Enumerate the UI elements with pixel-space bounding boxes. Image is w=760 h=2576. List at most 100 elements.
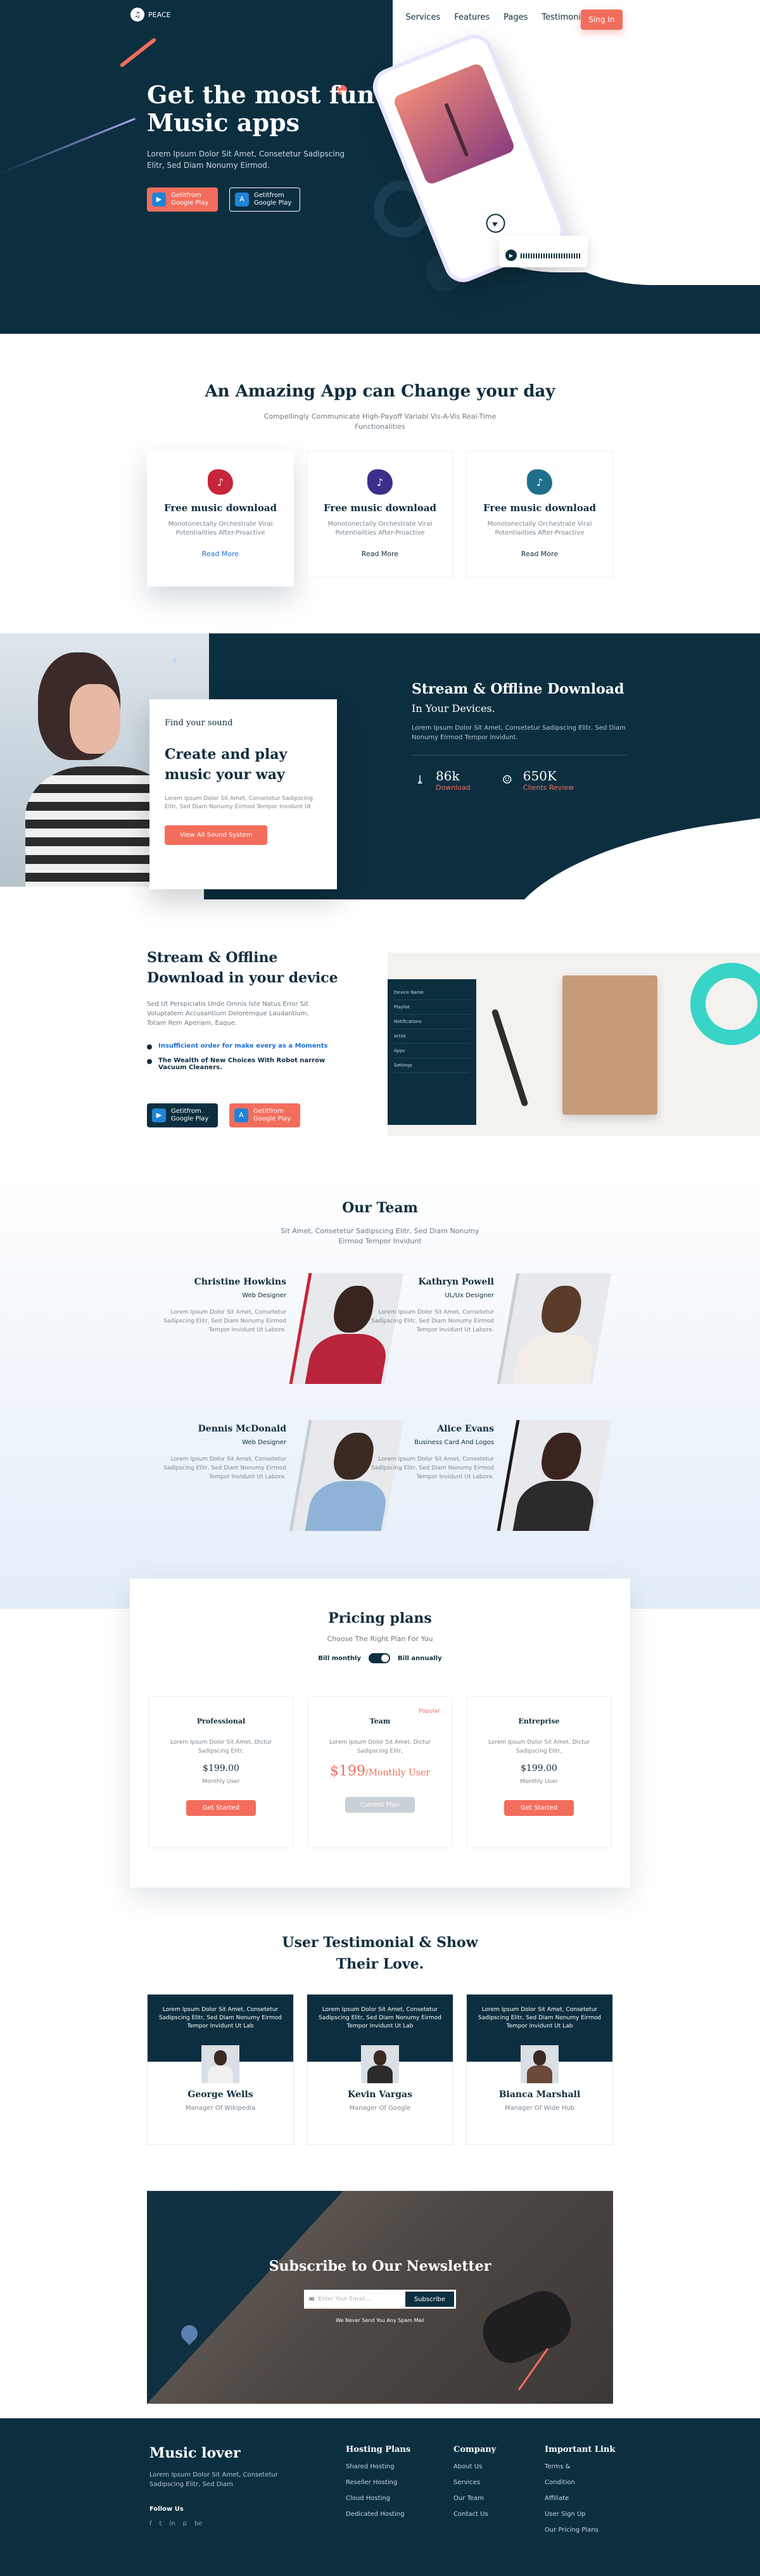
read-more-link[interactable]: Read More	[362, 550, 398, 558]
behance-icon[interactable]: be	[194, 2520, 203, 2527]
member-bio: Lorem Ipsum Dolor Sit Amet, Consetetur S…	[371, 1456, 494, 1480]
team-member-card: Kathryn Powell UL/Ux Designer Lorem Ipsum …	[367, 1273, 640, 1387]
sign-in-button[interactable]: Sing In	[581, 10, 623, 30]
mail-icon: ✉	[309, 2295, 315, 2303]
offline-title-line1: Stream & Offline	[147, 949, 278, 966]
footer-link[interactable]: User Sign Up	[545, 2511, 615, 2518]
footer-link[interactable]: Our Pricing Plans	[545, 2527, 615, 2534]
footer-link[interactable]: Affiliate	[545, 2495, 615, 2502]
logo[interactable]: ♫ PEACE	[130, 8, 171, 22]
plan-name: Entreprise	[518, 1717, 560, 1725]
music-note-icon: ♪	[208, 469, 233, 495]
store-line1: Getitfrom	[171, 192, 201, 199]
footer-link[interactable]: Terms &	[545, 2463, 615, 2470]
testimonial-role: Manager Of Google	[349, 2105, 411, 2112]
footer-link[interactable]: Condition	[545, 2479, 615, 2486]
subscribe-button[interactable]: Subscribe	[405, 2292, 454, 2307]
google-play-button-dark[interactable]: ▶ Getitfrom Google Play	[147, 1103, 218, 1127]
get-started-button[interactable]: Get Started	[186, 1800, 256, 1816]
testimonials-title-line1: User Testimonial & Show	[282, 1934, 478, 1951]
menu-item[interactable]: Apps	[394, 1044, 470, 1058]
pinterest-icon[interactable]: p	[183, 2520, 187, 2527]
testimonial-role: Manager Of Wide Hub	[505, 2105, 574, 2112]
member-bio: Lorem Ipsum Dolor Sit Amet, Consetetur S…	[163, 1456, 286, 1480]
avatar-head	[533, 2050, 546, 2065]
popular-badge: Popular	[419, 1708, 440, 1715]
app-store-icon: A	[235, 193, 249, 206]
linkedin-icon[interactable]: in	[169, 2520, 175, 2527]
footer-link[interactable]: Shared Hosting	[346, 2463, 410, 2470]
footer-link[interactable]: Reseller Hosting	[346, 2479, 410, 2486]
facebook-icon[interactable]: f	[149, 2520, 152, 2527]
billing-switch[interactable]	[369, 1653, 391, 1663]
team-section: Our Team Sit Amet, Consetetur Sadipscing…	[0, 1178, 760, 1609]
play-icon[interactable]: ▶	[505, 250, 517, 261]
card-text: Lorem Ipsum Dolor Sit Amet, Consetetur S…	[165, 796, 314, 810]
features-title: An Amazing App can Change your day	[205, 382, 555, 401]
member-photo	[497, 1273, 612, 1384]
store-line2: Google Play	[253, 1115, 291, 1122]
photo-face	[70, 684, 120, 754]
view-sound-system-button[interactable]: View All Sound System	[165, 825, 268, 845]
pricing-subtitle: Choose The Right Plan For You	[327, 1635, 433, 1643]
footer-link[interactable]: Our Team	[453, 2495, 496, 2502]
footer-brand: Music lover Lorem Ipsum Dolor Sit Amet, …	[149, 2445, 301, 2527]
footer-link[interactable]: Cloud Hosting	[346, 2495, 410, 2502]
mini-player-card: ▶	[499, 236, 588, 267]
menu-item[interactable]: Settings	[394, 1058, 470, 1073]
review-stat: ☺ 650K Clients Review	[499, 768, 574, 792]
avatar-head	[374, 2050, 386, 2065]
testimonial-name: Kevin Vargas	[347, 2090, 413, 2100]
footer-link[interactable]: About Us	[453, 2463, 496, 2470]
download-icon: ⤓	[415, 773, 425, 787]
nav-pages[interactable]: Pages	[504, 13, 528, 22]
google-play-button-primary[interactable]: ▶ Getitfrom Google Play	[147, 187, 218, 212]
read-more-link[interactable]: Read More	[521, 550, 558, 558]
twitter-icon[interactable]: t	[160, 2520, 162, 2527]
hero-section: ♫ PEACE Home Services Features Pages Tes…	[0, 0, 760, 334]
google-play-button-secondary[interactable]: A Getitfrom Google Play	[229, 187, 300, 212]
read-more-link[interactable]: Read More	[202, 550, 239, 558]
nav-home[interactable]: Home	[367, 13, 391, 22]
footer-col-important: Important Link Terms & Condition Affilia…	[545, 2445, 615, 2542]
avatar	[361, 2045, 399, 2083]
music-note-icon: ♪	[367, 469, 393, 495]
offline-title: Stream & Offline Download in your device	[147, 948, 338, 988]
feature-card: ♪ Free music download Monotonectally Orc…	[147, 451, 294, 587]
stream-title: Stream & Offline Download	[412, 681, 624, 697]
google-play-button-coral[interactable]: A Getitfrom Google Play	[229, 1103, 300, 1127]
footer-col-title: Company	[453, 2445, 497, 2454]
nav-features[interactable]: Features	[454, 13, 490, 22]
avatar-body	[208, 2065, 233, 2083]
member-role: Web Designer	[242, 1439, 286, 1446]
bill-annually-label[interactable]: Bill annually	[398, 1655, 442, 1662]
stat-label: Download	[436, 784, 471, 792]
plan-period: Monthly User	[520, 1779, 558, 1785]
nav-services[interactable]: Services	[405, 13, 440, 22]
menu-item[interactable]: Playlist	[394, 1000, 470, 1015]
hero-subtitle: Lorem Ipsum Dolor Sit Amet, Consetetur S…	[147, 149, 345, 170]
newsletter-form: ✉ Enter Your Email.... Subscribe	[304, 2290, 456, 2309]
menu-item[interactable]: Artist	[394, 1029, 470, 1044]
menu-item[interactable]: Device Name	[394, 986, 470, 1000]
get-started-button[interactable]: Get Started	[504, 1800, 574, 1816]
logo-text: PEACE	[148, 10, 171, 19]
store-line2: Google Play	[254, 200, 292, 206]
feature-card-title: Free music download	[323, 502, 437, 514]
footer-link[interactable]: Dedicated Hosting	[346, 2511, 410, 2518]
features-subtitle: Compellingly Communicate High-Payoff Var…	[263, 412, 497, 431]
footer-col-hosting: Hosting Plans Shared Hosting Reseller Ho…	[346, 2445, 410, 2527]
email-input[interactable]: Enter Your Email....	[318, 2296, 405, 2302]
testimonials-title-line2: Their Love.	[336, 1956, 424, 1972]
bill-monthly-label[interactable]: Bill monthly	[318, 1655, 361, 1662]
footer-link[interactable]: Services	[453, 2479, 496, 2486]
plan-price-row: $199/Monthly User	[320, 1763, 440, 1779]
menu-item[interactable]: Notifications	[394, 1015, 470, 1029]
newsletter-note: We Never Send You Any Spam Mail	[336, 2318, 424, 2323]
plan-price: $199	[330, 1763, 366, 1779]
footer-link[interactable]: Contact Us	[453, 2511, 496, 2518]
current-plan-button[interactable]: Current Plan	[345, 1797, 415, 1813]
plan-period: Monthly User	[202, 1779, 240, 1785]
store-line2: Google Play	[171, 200, 209, 206]
footer-col-title: Important Link	[545, 2445, 616, 2454]
